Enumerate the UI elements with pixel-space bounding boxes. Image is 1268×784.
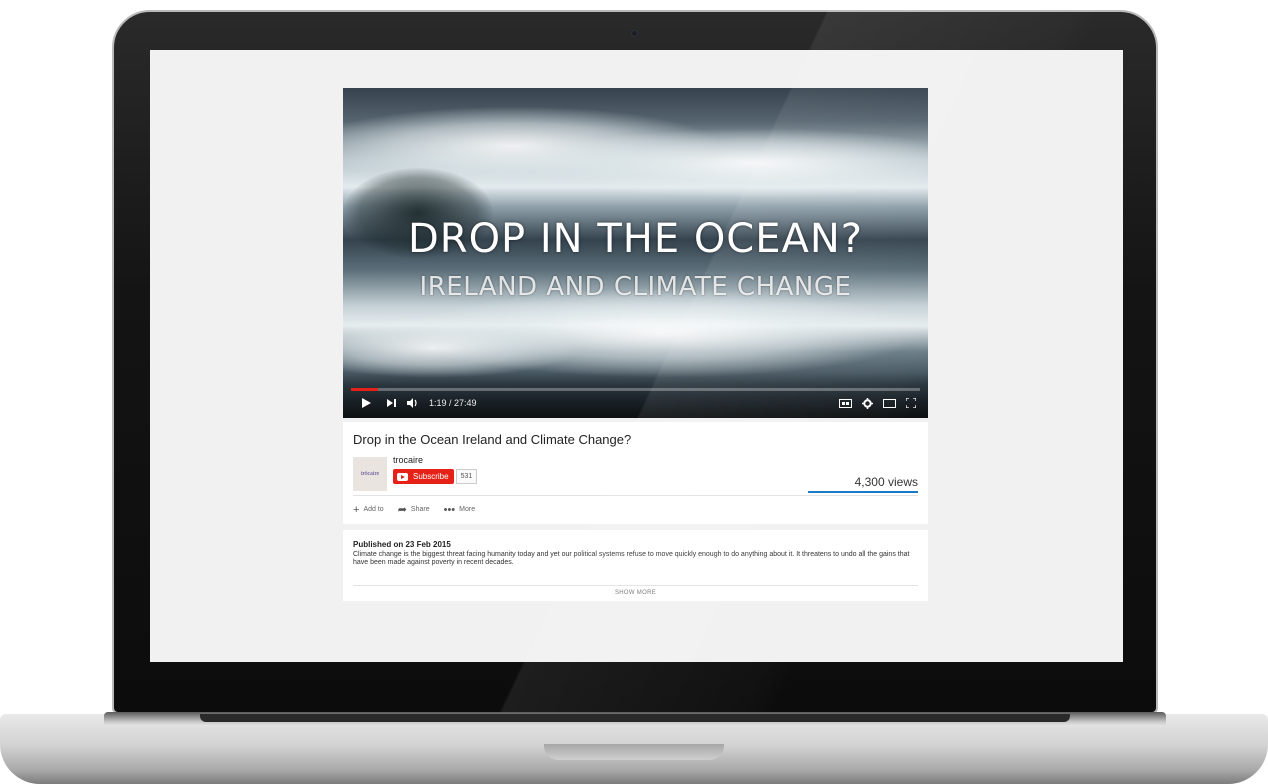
subscribe-label: Subscribe — [413, 472, 449, 481]
channel-name[interactable]: trocaire — [393, 455, 423, 465]
sentiment-bar — [808, 491, 918, 493]
video-info-card: Drop in the Ocean Ireland and Climate Ch… — [343, 422, 928, 524]
wave-foam — [523, 128, 928, 198]
play-button[interactable] — [361, 394, 371, 412]
add-to-label: Add to — [363, 506, 384, 513]
fullscreen-button[interactable] — [906, 394, 916, 412]
more-icon: ••• — [443, 503, 456, 516]
camera-icon — [631, 30, 638, 37]
keyboard-edge — [200, 714, 1070, 722]
progress-bar[interactable] — [351, 388, 920, 391]
video-overlay-title: DROP IN THE OCEAN? — [407, 216, 864, 262]
view-count: 4,300 views — [854, 475, 918, 489]
share-icon: ➦ — [397, 504, 407, 516]
description-card: Published on 23 Feb 2015 Climate change … — [343, 530, 928, 601]
lid-notch — [544, 744, 724, 760]
volume-icon — [407, 398, 417, 408]
subscribe-group: Subscribe 531 — [393, 469, 478, 484]
video-title: Drop in the Ocean Ireland and Climate Ch… — [353, 432, 632, 447]
settings-button[interactable] — [862, 394, 873, 412]
description-text: Climate change is the biggest threat fac… — [353, 551, 910, 566]
plus-icon: + — [353, 503, 360, 516]
action-buttons: + Add to ➦ Share ••• More — [353, 496, 918, 518]
share-button[interactable]: ➦ Share — [398, 503, 430, 516]
gear-icon — [862, 397, 873, 409]
next-button[interactable] — [387, 394, 397, 412]
captions-button[interactable] — [839, 394, 852, 412]
share-label: Share — [410, 506, 430, 513]
next-icon — [387, 399, 396, 407]
laptop-mockup: DROP IN THE OCEAN? IRELAND AND CLIMATE C… — [0, 0, 1268, 784]
channel-avatar[interactable]: trōcaire — [353, 457, 387, 491]
subscriber-count: 531 — [455, 469, 478, 484]
youtube-watch-page: DROP IN THE OCEAN? IRELAND AND CLIMATE C… — [343, 88, 928, 601]
theater-mode-button[interactable] — [883, 394, 896, 412]
progress-played — [351, 388, 378, 391]
more-label: More — [459, 506, 476, 513]
show-more-button[interactable]: SHOW MORE — [353, 585, 918, 599]
time-display: 1:19 / 27:49 — [429, 398, 477, 408]
owner-row: trōcaire trocaire Subscribe 531 4,300 vi… — [353, 455, 918, 493]
player-controls-right — [839, 394, 916, 412]
play-icon — [362, 398, 371, 408]
subscribe-button[interactable]: Subscribe — [393, 469, 454, 484]
player-controls: 1:19 / 27:49 — [343, 394, 928, 412]
add-to-button[interactable]: + Add to — [353, 503, 384, 516]
channel-avatar-text: trōcaire — [360, 471, 380, 477]
captions-icon — [839, 398, 852, 408]
youtube-logo-icon — [397, 472, 408, 481]
more-button[interactable]: ••• More — [444, 503, 476, 516]
video-player[interactable]: DROP IN THE OCEAN? IRELAND AND CLIMATE C… — [343, 88, 928, 418]
laptop-screen: DROP IN THE OCEAN? IRELAND AND CLIMATE C… — [150, 50, 1123, 662]
volume-button[interactable] — [407, 394, 419, 412]
fullscreen-icon — [906, 398, 916, 408]
video-overlay-subtitle: IRELAND AND CLIMATE CHANGE — [419, 272, 852, 302]
theater-icon — [883, 398, 896, 408]
publish-date: Published on 23 Feb 2015 — [353, 540, 451, 549]
